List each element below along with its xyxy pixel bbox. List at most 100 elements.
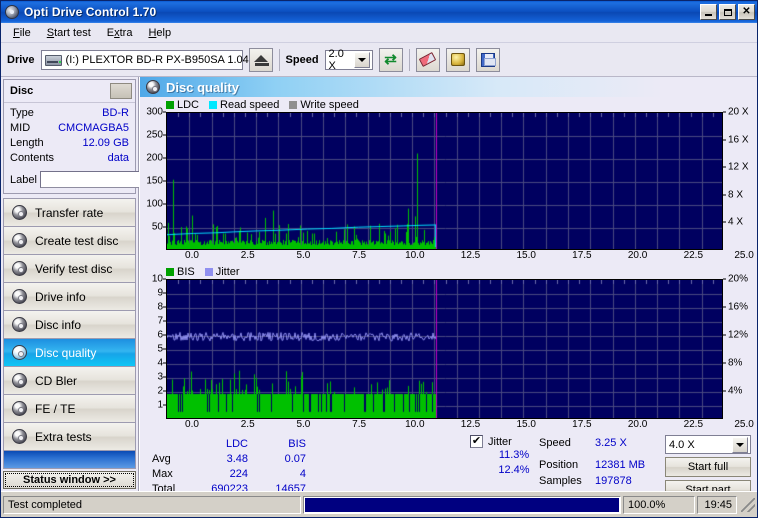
stats-avg-bis: 0.07 [284,453,306,465]
test-speed-select-value: 4.0 X [669,438,695,451]
chevron-down-icon[interactable] [353,51,370,68]
axis-tick-label: 8 X [728,189,744,201]
bis-chart-x-axis: 0.0 2.5 5.0 7.5 10.0 12.5 15.0 17.5 20.0 22.5 25.0… [166,419,757,433]
disc-icon [12,345,27,360]
drive-label: Drive [7,53,35,66]
legend-item-read-speed: Read speed [209,99,279,111]
test-speed-select[interactable]: 4.0 X [665,435,751,454]
disc-icon [12,429,27,444]
close-button[interactable]: ✕ [738,4,755,20]
axis-tick [723,390,726,392]
disc-icon [12,317,27,332]
sidebar-item-extra-tests[interactable]: Extra tests [4,423,135,451]
resize-grip[interactable] [741,497,755,512]
sidebar-item-label: Disc quality [35,345,97,360]
minimize-button[interactable] [700,4,717,20]
speed-readout-label: Speed [539,437,571,449]
speed-select[interactable]: 2.0 X [324,48,373,72]
sidebar-nav: Transfer rate Create test disc Verify te… [3,198,136,451]
legend-item-write-speed: Write speed [289,99,359,111]
sidebar-item-fe-te[interactable]: FE / TE [4,395,135,423]
sidebar-item-drive-info[interactable]: Drive info [4,283,135,311]
axis-tick-label: 12 X [728,161,749,173]
axis-tick [723,362,726,364]
sidebar-item-verify-test-disc[interactable]: Verify test disc [4,255,135,283]
start-full-button[interactable]: Start full [665,457,751,477]
main-panel: Disc quality LDC Read speed Write speed [139,77,757,500]
legend-label-read-speed: Read speed [220,98,280,111]
jitter-checkbox[interactable]: ✔ [470,435,483,448]
legend-swatch-ldc [166,100,174,109]
axis-tick-label: 2.5 [240,250,255,261]
disc-info-row: Type BD-R [10,106,129,121]
axis-tick-label: 25.0 GB [734,250,757,261]
samples-readout-value: 197878 [595,475,632,487]
disc-label-caption: Label [10,173,37,186]
drive-select[interactable]: (I:) PLEXTOR BD-R PX-B950SA 1.04 [40,49,265,70]
bis-chart-plot [166,279,723,419]
refresh-button[interactable]: ⇄ [378,47,403,72]
clear-button[interactable] [415,47,440,72]
axis-tick-label: 10.0 [405,250,425,261]
maximize-button[interactable] [719,4,736,20]
sidebar-item-disc-info[interactable]: Disc info [4,311,135,339]
status-message: Test completed [3,495,301,514]
ldc-chart-y-axis-right: 4 X 8 X 12 X 16 X 20 X [723,107,757,250]
drive-icon [44,53,63,67]
disc-icon [12,289,27,304]
disc-info-toggle[interactable] [110,83,132,99]
ldc-chart-x-axis: 0.0 2.5 5.0 7.5 10.0 12.5 15.0 17.5 20.0 22.5 25.0… [166,250,757,264]
sidebar-item-transfer-rate[interactable]: Transfer rate [4,199,135,227]
chevron-down-icon[interactable] [732,436,748,453]
menu-item-help[interactable]: Help [140,25,179,41]
disc-info-row: Length 12.09 GB [10,136,129,151]
axis-tick-label: 20.0 [627,250,648,261]
disc-quality-header: Disc quality [140,77,757,97]
samples-readout-label: Samples [539,475,582,487]
legend-swatch-write-speed [289,100,298,109]
jitter-toggle-row[interactable]: ✔ Jitter [470,435,546,448]
axis-tick [723,221,726,223]
sidebar-item-label: Drive info [35,289,86,304]
axis-tick-label: 0.0 [185,250,199,261]
bis-chart-legend: BIS Jitter [140,264,757,279]
progress-percent: 100.0% [623,495,695,514]
sidebar-item-cd-bler[interactable]: CD Bler [4,367,135,395]
axis-tick-label: 22.5 [683,419,704,430]
menu-item-file[interactable]: FFileile [5,25,39,41]
legend-swatch-jitter [204,267,213,276]
axis-tick-label: 4% [728,385,743,397]
axis-tick-label: 10.0 [405,419,425,430]
sidebar-item-label: Create test disc [35,233,119,248]
stats-max-bis: 4 [299,468,306,480]
window-buttons: ✕ [700,4,755,20]
speed-readout-value: 3.25 X [595,437,627,449]
stats-avg-ldc: 3.48 [226,453,248,465]
bis-chart-y-axis-left: 1 2 3 4 5 6 7 8 9 10 [140,274,166,419]
stats-table: LDC BIS Avg 3.48 0.07 Max 224 4 Total 69… [152,437,312,497]
sidebar-item-label: Verify test disc [35,261,113,276]
title-bar: Opti Drive Control 1.70 ✕ [1,1,757,23]
axis-tick-label: 17.5 [572,250,592,261]
save-button[interactable] [475,47,500,72]
menu-bar: FFileile Start test Extra Help [1,23,757,43]
sidebar: Disc Type BD-R MID CMCMAGBA5 Length 12.0… [1,77,242,491]
menu-item-start-test[interactable]: Start test [39,25,99,41]
menu-item-extra[interactable]: Extra [99,25,141,41]
disc-tools-button[interactable] [445,47,470,72]
sidebar-item-disc-quality[interactable]: Disc quality [4,339,135,367]
disc-icon [12,261,27,276]
axis-tick-label: 4 X [728,216,744,228]
axis-tick [723,194,726,196]
legend-label-jitter: Jitter [215,265,240,278]
progress-bar-fill [305,497,619,512]
drive-select-value: (I:) PLEXTOR BD-R PX-B950SA 1.04 [65,53,249,66]
bis-chart-y-axis-right: 4% 8% 12% 16% 20% [723,274,757,419]
sidebar-item-label: CD Bler [35,373,78,388]
toolbar-separator [278,48,280,71]
status-window-button[interactable]: Status window >> [3,471,136,489]
table-row: Max 224 4 [152,467,312,482]
legend-label-bis: BIS [177,265,195,278]
eject-button[interactable] [248,47,273,72]
sidebar-item-create-test-disc[interactable]: Create test disc [4,227,135,255]
